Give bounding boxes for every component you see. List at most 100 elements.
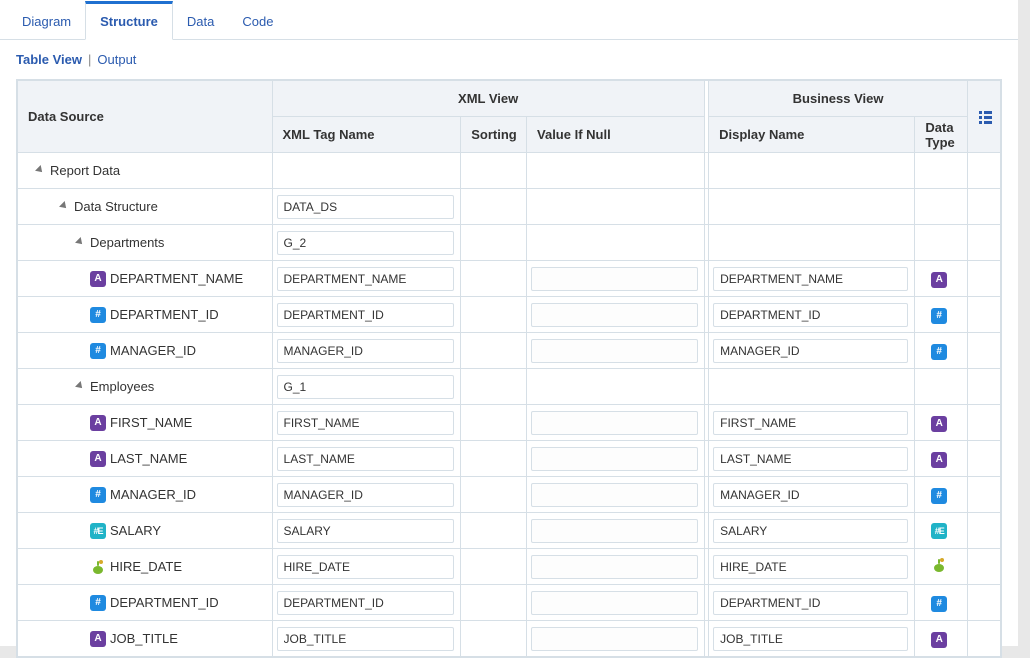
table-row[interactable]: HIRE_DATE	[18, 549, 1001, 585]
xml-tag-input[interactable]	[277, 231, 455, 255]
tab-diagram[interactable]: Diagram	[8, 4, 85, 39]
columns-settings-icon[interactable]	[978, 109, 994, 125]
tree-node[interactable]: Employees	[18, 369, 272, 404]
value-if-null-input[interactable]	[531, 339, 698, 363]
value-if-null-input[interactable]	[531, 591, 698, 615]
tree-node[interactable]: #DEPARTMENT_ID	[18, 585, 272, 620]
expand-collapse-icon[interactable]	[59, 201, 69, 211]
data-type-cell[interactable]	[915, 153, 968, 189]
sorting-cell[interactable]	[461, 369, 527, 405]
value-if-null-input[interactable]	[531, 411, 698, 435]
xml-tag-input[interactable]	[277, 339, 455, 363]
tree-node[interactable]: #MANAGER_ID	[18, 333, 272, 368]
sorting-cell[interactable]	[461, 513, 527, 549]
tree-node[interactable]: AJOB_TITLE	[18, 621, 272, 656]
value-if-null-input[interactable]	[531, 555, 698, 579]
expand-collapse-icon[interactable]	[35, 165, 45, 175]
table-row[interactable]: AFIRST_NAME A	[18, 405, 1001, 441]
table-row[interactable]: #MANAGER_ID #	[18, 477, 1001, 513]
tree-node[interactable]: #MANAGER_ID	[18, 477, 272, 512]
display-name-input[interactable]	[713, 483, 908, 507]
tab-data[interactable]: Data	[173, 4, 228, 39]
col-value-if-null[interactable]: Value If Null	[527, 117, 705, 153]
data-type-cell[interactable]: A	[915, 621, 968, 657]
table-row[interactable]: #DEPARTMENT_ID #	[18, 297, 1001, 333]
table-row[interactable]: #MANAGER_ID #	[18, 333, 1001, 369]
xml-tag-input[interactable]	[277, 303, 455, 327]
sorting-cell[interactable]	[461, 477, 527, 513]
xml-tag-input[interactable]	[277, 267, 455, 291]
data-type-cell[interactable]	[915, 549, 968, 585]
data-type-cell[interactable]	[915, 189, 968, 225]
table-row[interactable]: #ESALARY#E	[18, 513, 1001, 549]
sorting-cell[interactable]	[461, 585, 527, 621]
tree-node[interactable]: HIRE_DATE	[18, 549, 272, 584]
sorting-cell[interactable]	[461, 621, 527, 657]
display-name-input[interactable]	[713, 447, 908, 471]
display-name-input[interactable]	[713, 339, 908, 363]
xml-tag-input[interactable]	[277, 627, 455, 651]
data-type-cell[interactable]: #	[915, 333, 968, 369]
xml-tag-input[interactable]	[277, 483, 455, 507]
sorting-cell[interactable]	[461, 333, 527, 369]
expand-collapse-icon[interactable]	[75, 381, 85, 391]
value-if-null-input[interactable]	[531, 267, 698, 291]
data-type-cell[interactable]	[915, 225, 968, 261]
data-type-cell[interactable]: #	[915, 297, 968, 333]
subtab-table-view[interactable]: Table View	[16, 52, 82, 67]
tree-node[interactable]: ALAST_NAME	[18, 441, 272, 476]
display-name-input[interactable]	[713, 627, 908, 651]
tree-node[interactable]: Data Structure	[18, 189, 272, 224]
xml-tag-input[interactable]	[277, 195, 455, 219]
subtab-output[interactable]: Output	[97, 52, 136, 67]
sorting-cell[interactable]	[461, 153, 527, 189]
data-type-cell[interactable]: #	[915, 477, 968, 513]
table-row[interactable]: Report Data	[18, 153, 1001, 189]
tree-node[interactable]: Report Data	[18, 153, 272, 188]
display-name-input[interactable]	[713, 267, 908, 291]
tab-code[interactable]: Code	[228, 4, 287, 39]
xml-tag-input[interactable]	[277, 555, 455, 579]
value-if-null-input[interactable]	[531, 627, 698, 651]
display-name-input[interactable]	[713, 591, 908, 615]
sorting-cell[interactable]	[461, 189, 527, 225]
value-if-null-input[interactable]	[531, 303, 698, 327]
value-if-null-input[interactable]	[531, 447, 698, 471]
tab-structure[interactable]: Structure	[85, 1, 173, 40]
display-name-input[interactable]	[713, 303, 908, 327]
table-row[interactable]: Data Structure	[18, 189, 1001, 225]
expand-collapse-icon[interactable]	[75, 237, 85, 247]
xml-tag-input[interactable]	[277, 519, 455, 543]
sorting-cell[interactable]	[461, 297, 527, 333]
data-type-cell[interactable]	[915, 369, 968, 405]
sorting-cell[interactable]	[461, 405, 527, 441]
table-row[interactable]: #DEPARTMENT_ID #	[18, 585, 1001, 621]
xml-tag-input[interactable]	[277, 591, 455, 615]
data-type-cell[interactable]: A	[915, 261, 968, 297]
tree-node[interactable]: AFIRST_NAME	[18, 405, 272, 440]
display-name-input[interactable]	[713, 519, 908, 543]
tree-node[interactable]: #ESALARY	[18, 513, 272, 548]
data-type-cell[interactable]: #	[915, 585, 968, 621]
tree-node[interactable]: Departments	[18, 225, 272, 260]
table-row[interactable]: Departments	[18, 225, 1001, 261]
col-tools[interactable]	[968, 81, 1001, 153]
xml-tag-input[interactable]	[277, 411, 455, 435]
sorting-cell[interactable]	[461, 225, 527, 261]
table-row[interactable]: AJOB_TITLE A	[18, 621, 1001, 657]
value-if-null-input[interactable]	[531, 483, 698, 507]
xml-tag-input[interactable]	[277, 447, 455, 471]
col-display-name[interactable]: Display Name	[709, 117, 915, 153]
col-data-type[interactable]: Data Type	[915, 117, 968, 153]
col-data-source[interactable]: Data Source	[18, 81, 273, 153]
display-name-input[interactable]	[713, 555, 908, 579]
tree-node[interactable]: #DEPARTMENT_ID	[18, 297, 272, 332]
data-type-cell[interactable]: A	[915, 405, 968, 441]
table-row[interactable]: Employees	[18, 369, 1001, 405]
table-row[interactable]: ADEPARTMENT_NAMEA	[18, 261, 1001, 297]
col-xml-tag[interactable]: XML Tag Name	[272, 117, 461, 153]
value-if-null-input[interactable]	[531, 519, 698, 543]
table-row[interactable]: ALAST_NAMEA	[18, 441, 1001, 477]
sorting-cell[interactable]	[461, 549, 527, 585]
col-sorting[interactable]: Sorting	[461, 117, 527, 153]
